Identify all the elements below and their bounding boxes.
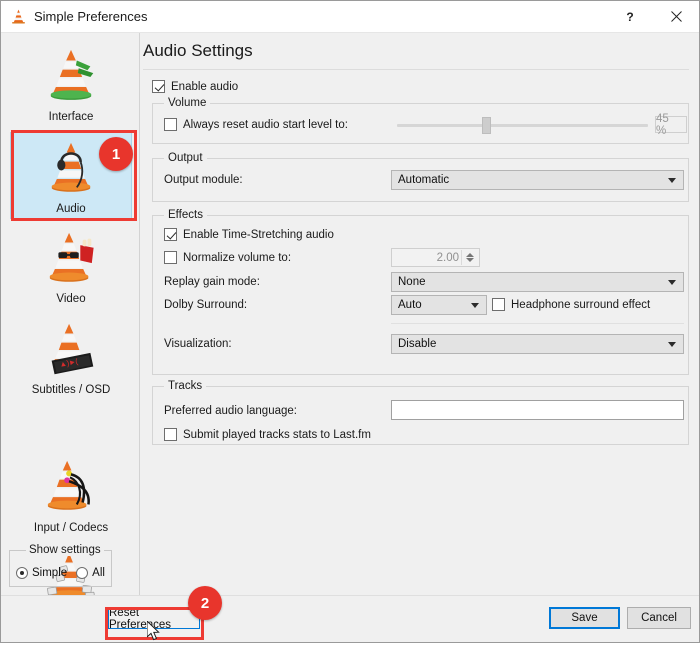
sidebar-item-label: Video xyxy=(56,293,86,305)
reset-preferences-button[interactable]: Reset Preferences xyxy=(108,607,200,631)
volume-value-display: 45 % xyxy=(655,113,687,137)
radio-all[interactable]: All xyxy=(76,567,105,579)
output-module-select[interactable]: Automatic xyxy=(391,170,684,190)
normalize-volume-stepper[interactable]: 2.00 xyxy=(391,248,480,267)
effects-group-legend: Effects xyxy=(164,209,207,221)
headphone-surround-label: Headphone surround effect xyxy=(511,298,651,311)
chevron-down-icon xyxy=(668,280,676,285)
dolby-surround-value: Auto xyxy=(398,299,422,311)
volume-slider[interactable] xyxy=(397,116,648,134)
sidebar-item-label: Subtitles / OSD xyxy=(31,384,111,396)
lastfm-submit-checkbox[interactable]: Submit played tracks stats to Last.fm xyxy=(164,428,371,441)
tracks-group-legend: Tracks xyxy=(164,380,207,392)
sidebar-item-input-codecs[interactable]: Input / Codecs xyxy=(10,452,132,537)
replay-gain-label: Replay gain mode: xyxy=(164,276,260,288)
settings-panel: Audio Settings Enable audio Volume Alway… xyxy=(140,33,699,595)
category-sidebar: Interface Audio Video ▲)►(Subtitles / O… xyxy=(1,33,140,625)
effects-group: Effects Enable Time-Stretching audio Nor… xyxy=(152,209,689,375)
show-settings-legend: Show settings xyxy=(26,544,104,556)
show-settings-group: Show settings Simple All xyxy=(9,544,112,587)
title-bar: Simple Preferences ? xyxy=(1,1,699,33)
chevron-down-icon xyxy=(471,303,479,308)
page-title: Audio Settings xyxy=(143,41,253,60)
close-button[interactable] xyxy=(653,1,699,32)
vlc-cone-headphones-icon xyxy=(40,137,102,199)
enable-audio-checkbox[interactable]: Enable audio xyxy=(152,80,238,93)
always-reset-volume-checkbox[interactable]: Always reset audio start level to: xyxy=(164,118,348,131)
show-settings-options: Simple All xyxy=(16,567,105,579)
headphone-surround-checkbox[interactable]: Headphone surround effect xyxy=(492,298,650,311)
volume-slider-track xyxy=(397,124,648,127)
normalize-volume-label: Normalize volume to: xyxy=(183,251,292,264)
radio-simple-indicator xyxy=(16,567,28,579)
volume-group-legend: Volume xyxy=(164,97,211,109)
dolby-surround-label: Dolby Surround: xyxy=(164,299,248,311)
radio-simple-label: Simple xyxy=(32,567,68,579)
normalize-volume-checkbox[interactable]: Normalize volume to: xyxy=(164,251,291,264)
radio-all-label: All xyxy=(92,567,105,579)
stepper-divider xyxy=(461,250,462,265)
dolby-surround-select[interactable]: Auto xyxy=(391,295,487,315)
cancel-button[interactable]: Cancel xyxy=(627,607,691,629)
volume-group: Volume Always reset audio start level to… xyxy=(152,97,689,144)
vlc-cone-interface-icon xyxy=(40,45,102,107)
chevron-down-icon xyxy=(668,342,676,347)
tracks-group: Tracks Preferred audio language: Submit … xyxy=(152,380,689,445)
stepper-down-icon[interactable] xyxy=(466,258,474,262)
annotation-badge-2: 2 xyxy=(188,586,222,620)
replay-gain-value: None xyxy=(398,276,426,288)
time-stretching-check-indicator xyxy=(164,228,177,241)
output-module-value: Automatic xyxy=(398,174,450,186)
sidebar-item-label: Audio xyxy=(56,203,86,215)
visualization-value: Disable xyxy=(398,338,437,350)
window-title: Simple Preferences xyxy=(34,9,148,24)
simple-preferences-window: Simple Preferences ? Interface Audio Vid… xyxy=(0,0,700,643)
dialog-footer: Reset Preferences Save Cancel xyxy=(1,595,699,642)
help-button[interactable]: ? xyxy=(607,1,653,32)
headphone-surround-check-indicator xyxy=(492,298,505,311)
visualization-select[interactable]: Disable xyxy=(391,334,684,354)
enable-audio-label: Enable audio xyxy=(171,80,239,93)
sidebar-item-label: Interface xyxy=(48,111,94,123)
time-stretching-label: Enable Time-Stretching audio xyxy=(183,228,334,241)
vlc-cone-icon xyxy=(10,8,27,25)
replay-gain-select[interactable]: None xyxy=(391,272,684,292)
vlc-cone-cables-icon xyxy=(40,456,102,518)
output-group-legend: Output xyxy=(164,152,207,164)
stepper-up-icon[interactable] xyxy=(466,253,474,257)
save-button[interactable]: Save xyxy=(549,607,620,629)
always-reset-volume-label: Always reset audio start level to: xyxy=(183,118,348,131)
sidebar-item-video[interactable]: Video xyxy=(10,223,132,308)
enable-audio-check-indicator xyxy=(152,80,165,93)
normalize-volume-check-indicator xyxy=(164,251,177,264)
volume-slider-handle[interactable] xyxy=(482,117,491,134)
window-controls: ? xyxy=(607,1,699,32)
lastfm-submit-check-indicator xyxy=(164,428,177,441)
chevron-down-icon xyxy=(668,178,676,183)
vlc-cone-subtitles-icon: ▲)►( xyxy=(40,318,102,380)
preferred-audio-language-label: Preferred audio language: xyxy=(164,405,297,417)
radio-simple[interactable]: Simple xyxy=(16,567,67,579)
sidebar-item-subtitles-osd[interactable]: ▲)►( Subtitles / OSD xyxy=(10,314,132,399)
sidebar-item-interface[interactable]: Interface xyxy=(10,41,132,126)
radio-all-indicator xyxy=(76,567,89,579)
lastfm-submit-label: Submit played tracks stats to Last.fm xyxy=(183,428,371,441)
output-module-label: Output module: xyxy=(164,174,243,186)
preferred-audio-language-input[interactable] xyxy=(391,400,684,420)
time-stretching-checkbox[interactable]: Enable Time-Stretching audio xyxy=(164,228,334,241)
normalize-volume-value: 2.00 xyxy=(436,251,459,264)
output-group: Output Output module: Automatic xyxy=(152,152,689,202)
title-divider xyxy=(143,69,689,70)
dialog-content: Interface Audio Video ▲)►(Subtitles / O… xyxy=(1,33,699,625)
visualization-label: Visualization: xyxy=(164,338,232,350)
always-reset-volume-check-indicator xyxy=(164,118,177,131)
annotation-badge-1: 1 xyxy=(99,137,133,171)
sidebar-item-label: Input / Codecs xyxy=(33,522,109,534)
vlc-cone-3d-glasses-icon xyxy=(40,227,102,289)
effects-divider xyxy=(391,323,684,324)
